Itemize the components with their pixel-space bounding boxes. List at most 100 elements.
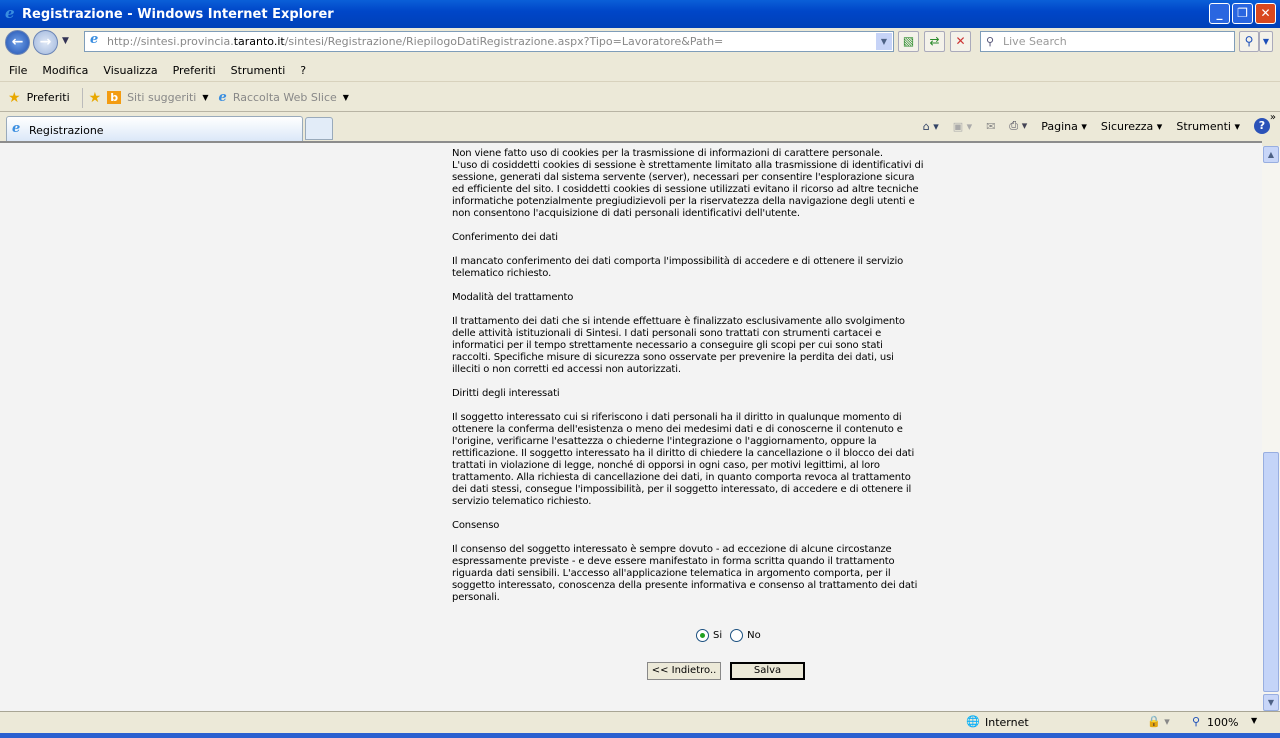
text-line: Modalità del trattamento	[452, 292, 574, 303]
text-line: dei dati stessi, consegue l'impossibilit…	[452, 484, 912, 495]
section-heading: Conferimento dei dati	[452, 232, 923, 244]
security-zone: Internet	[985, 716, 1029, 729]
menu-visualizza[interactable]: Visualizza	[103, 64, 157, 77]
menu-file[interactable]: File	[9, 64, 27, 77]
compatibility-view-button[interactable]: ▧	[898, 31, 919, 52]
text-line: informatiche potenzialmente pregiudiziev…	[452, 196, 915, 207]
tab-ie-icon: e	[12, 121, 21, 136]
vertical-scrollbar[interactable]: ▲ ▼	[1262, 146, 1280, 711]
back-button[interactable]: ←	[5, 30, 30, 55]
text-line: delle attività istituzionali di Sintesi.…	[452, 328, 882, 339]
home-icon[interactable]: ⌂ ▾	[923, 120, 939, 133]
globe-icon: 🌐	[966, 715, 980, 728]
bing-icon: b	[107, 91, 122, 104]
menu-bar: File Modifica Visualizza Preferiti Strum…	[0, 60, 1280, 82]
text-line: telematico richiesto.	[452, 268, 552, 279]
paragraph: Il consenso del soggetto interessato è s…	[452, 544, 923, 604]
page-menu-label: Pagina	[1041, 119, 1078, 133]
consent-no-label: No	[747, 630, 761, 641]
refresh-button[interactable]: ⇄	[924, 31, 945, 52]
print-icon[interactable]: ⎙ ▾	[1009, 119, 1027, 133]
text-line: servizio telematico richiesto.	[452, 496, 592, 507]
ie-logo-icon: e	[5, 4, 15, 22]
text-line: L'uso di cosiddetti cookies di sessione …	[452, 160, 924, 171]
mail-icon[interactable]: ✉	[986, 120, 995, 133]
paragraph: Il mancato conferimento dei dati comport…	[452, 256, 923, 280]
scroll-down-icon[interactable]: ▼	[1263, 694, 1279, 711]
text-line: Il consenso del soggetto interessato è s…	[452, 544, 892, 555]
zoom-level[interactable]: 100%	[1207, 716, 1238, 729]
new-tab-button[interactable]	[305, 117, 333, 140]
address-bar[interactable]: e http://sintesi.provincia.taranto.it/si…	[84, 31, 894, 52]
history-dropdown-icon[interactable]: ▼	[62, 36, 69, 46]
scroll-thumb[interactable]	[1263, 452, 1279, 692]
text-line: raccolti. Specifiche misure di sicurezza…	[452, 352, 894, 363]
text-line: soggetto interessato, conoscenza della p…	[452, 580, 918, 591]
address-dropdown-icon[interactable]: ▼	[876, 33, 892, 50]
menu-preferiti[interactable]: Preferiti	[173, 64, 216, 77]
search-placeholder: Live Search	[1003, 35, 1067, 48]
minimize-button[interactable]: _	[1209, 3, 1230, 24]
add-favorite-icon[interactable]: ★	[89, 90, 102, 106]
feeds-icon[interactable]: ▣ ▾	[953, 120, 972, 133]
menu-modifica[interactable]: Modifica	[42, 64, 88, 77]
favorites-button[interactable]: Preferiti	[27, 91, 70, 104]
url-domain: taranto.it	[233, 35, 285, 48]
back-button[interactable]: << Indietro..	[647, 662, 721, 680]
close-button[interactable]: ✕	[1255, 3, 1276, 24]
dropdown-icon[interactable]: ▼	[343, 93, 349, 102]
suggested-sites-button[interactable]: Siti suggeriti	[127, 91, 196, 104]
zoom-dropdown-icon[interactable]: ▼	[1251, 716, 1257, 725]
page-content: Non viene fatto uso di cookies per la tr…	[0, 141, 1262, 711]
webslice-gallery-button[interactable]: Raccolta Web Slice	[233, 91, 337, 104]
divider	[81, 87, 83, 108]
text-line: Consenso	[452, 520, 500, 531]
consent-yes-radio[interactable]	[696, 629, 709, 642]
star-icon: ★	[8, 89, 21, 106]
scroll-up-icon[interactable]: ▲	[1263, 146, 1279, 163]
text-line: ottenere la conferma dell'esistenza o me…	[452, 424, 903, 435]
menu-help[interactable]: ?	[300, 64, 306, 77]
title-bar: e Registrazione - Windows Internet Explo…	[0, 0, 1280, 28]
security-menu[interactable]: Sicurezza ▾	[1101, 120, 1162, 133]
tab-registrazione[interactable]: e Registrazione	[6, 116, 303, 141]
taskbar-edge	[0, 733, 1280, 738]
text-line: rettificazione. Il soggetto interessato …	[452, 448, 915, 459]
text-line: Il mancato conferimento dei dati comport…	[452, 256, 904, 267]
dropdown-icon[interactable]: ▼	[202, 93, 208, 102]
section-heading: Consenso	[452, 520, 923, 532]
text-line: ed efficiente del sito. I cosiddetti coo…	[452, 184, 919, 195]
text-line: sessione, generati dal sistema servente …	[452, 172, 915, 183]
paragraph: Il trattamento dei dati che si intende e…	[452, 316, 923, 376]
search-button[interactable]: ⚲	[1239, 31, 1259, 52]
window-title: Registrazione - Windows Internet Explore…	[22, 6, 334, 22]
forward-button[interactable]: →	[33, 30, 58, 55]
text-line: Il trattamento dei dati che si intende e…	[452, 316, 905, 327]
text-line: Il soggetto interessato cui si riferisco…	[452, 412, 902, 423]
text-line: informatici per il tempo strettamente ne…	[452, 340, 883, 351]
consent-no-radio[interactable]	[730, 629, 744, 642]
security-menu-label: Sicurezza	[1100, 119, 1154, 133]
text-line: trattati in violazione di legge, nonché …	[452, 460, 880, 471]
tools-menu-label: Strumenti	[1176, 119, 1231, 133]
section-heading: Modalità del trattamento	[452, 292, 923, 304]
webslice-icon: e	[218, 90, 227, 105]
page-menu[interactable]: Pagina ▾	[1041, 120, 1087, 133]
text-line: Non viene fatto uso di cookies per la tr…	[452, 148, 883, 159]
chevron-more-icon[interactable]: »	[1270, 112, 1276, 123]
search-input[interactable]: ⚲ Live Search	[980, 31, 1235, 52]
search-options-icon[interactable]: ▼	[1259, 31, 1273, 52]
restore-button[interactable]: ❐	[1232, 3, 1253, 24]
page-icon: e	[90, 32, 99, 47]
menu-strumenti[interactable]: Strumenti	[231, 64, 286, 77]
save-button[interactable]: Salva	[730, 662, 805, 680]
url-suffix: /sintesi/Registrazione/RiepilogoDatiRegi…	[284, 35, 724, 48]
tools-menu[interactable]: Strumenti ▾	[1176, 120, 1240, 133]
help-icon[interactable]: ?	[1254, 118, 1270, 134]
text-line: Diritti degli interessati	[452, 388, 560, 399]
protected-mode-icon[interactable]: 🔒 ▾	[1147, 715, 1170, 728]
text-line: Conferimento dei dati	[452, 232, 558, 243]
stop-button[interactable]: ✕	[950, 31, 971, 52]
text-line: espressamente previste - e deve essere m…	[452, 556, 895, 567]
zoom-icon: ⚲	[1192, 715, 1201, 728]
